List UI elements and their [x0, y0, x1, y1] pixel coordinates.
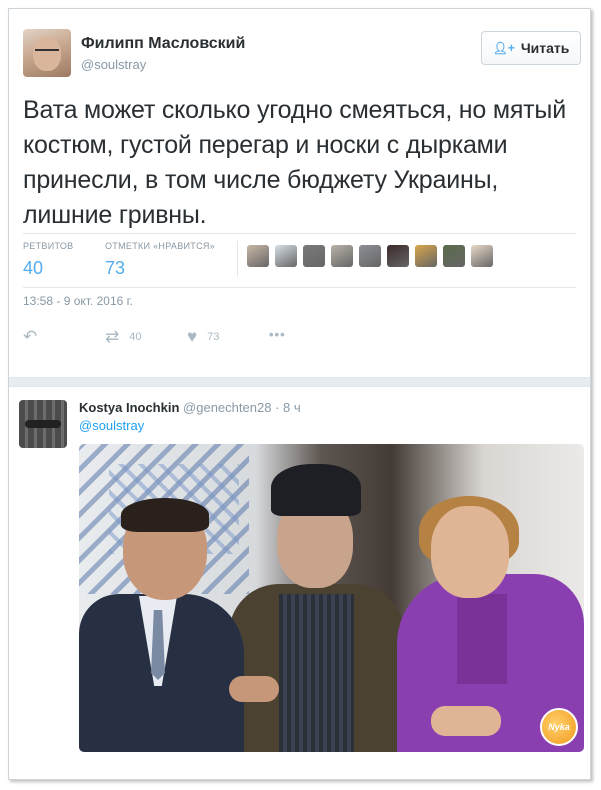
main-tweet: Филипп Масловский @soulstray 👤︎+ Читать … — [9, 9, 590, 377]
retweet-icon: ⇄ — [105, 327, 120, 346]
liker-avatar[interactable] — [359, 245, 381, 267]
like-button[interactable]: ♥ 73 — [187, 327, 219, 347]
stats-separator — [237, 241, 238, 277]
avatar-glasses — [35, 49, 59, 57]
photo-person-right-hands — [431, 706, 501, 736]
liker-avatar[interactable] — [443, 245, 465, 267]
reply-header: Kostya Inochkin @genechten28 · 8 ч — [79, 400, 301, 415]
liker-avatars — [247, 245, 493, 267]
retweets-label: РЕТВИТОВ — [23, 241, 74, 251]
likes-label: ОТМЕТКИ «НРАВИТСЯ» — [105, 241, 215, 251]
photo-person-right-inner — [457, 594, 507, 684]
reply-author-handle[interactable]: @genechten28 — [183, 400, 271, 415]
like-count: 73 — [207, 331, 220, 343]
stats-divider-top — [23, 233, 576, 234]
retweets-stat[interactable]: РЕТВИТОВ 40 — [23, 241, 73, 279]
liker-avatar[interactable] — [275, 245, 297, 267]
liker-avatar[interactable] — [331, 245, 353, 267]
tweet-timestamp[interactable]: 13:58 - 9 окт. 2016 г. — [23, 294, 133, 308]
reply-button[interactable]: ↶ — [23, 327, 47, 347]
follow-user-icon: 👤︎+ — [492, 41, 515, 55]
likes-value: 73 — [105, 258, 126, 278]
photo-person-left-hair — [121, 498, 209, 532]
reply-author-avatar[interactable] — [19, 400, 67, 448]
heart-icon: ♥ — [187, 327, 198, 346]
follow-label: Читать — [520, 40, 570, 56]
follow-button[interactable]: 👤︎+ Читать — [481, 31, 581, 65]
tweet-text: Вата может сколько угодно смеяться, но м… — [23, 96, 566, 229]
liker-avatar[interactable] — [387, 245, 409, 267]
tweet-separator — [9, 377, 590, 387]
photo-person-right-head — [431, 506, 509, 598]
retweet-count: 40 — [129, 331, 142, 343]
avatar-eyes — [25, 420, 61, 428]
liker-avatar[interactable] — [415, 245, 437, 267]
more-button[interactable]: ••• — [269, 327, 286, 342]
reply-tweet: Kostya Inochkin @genechten28 · 8 ч @soul… — [9, 387, 590, 779]
tweet-photo[interactable]: Nyka — [79, 444, 584, 752]
reply-author-name[interactable]: Kostya Inochkin — [79, 400, 179, 415]
reply-icon: ↶ — [23, 327, 38, 346]
author-handle[interactable]: @soulstray — [81, 57, 245, 72]
liker-avatar[interactable] — [247, 245, 269, 267]
retweet-button[interactable]: ⇄ 40 — [105, 327, 142, 347]
author-name[interactable]: Филипп Масловский — [81, 35, 245, 53]
liker-avatar[interactable] — [303, 245, 325, 267]
reply-mention[interactable]: @soulstray — [79, 418, 144, 433]
photo-person-middle-sweater — [279, 594, 354, 752]
reply-time[interactable]: · 8 ч — [275, 400, 301, 415]
photo-person-middle-hat — [271, 464, 361, 516]
tweet-actions: ↶ ⇄ 40 ♥ 73 ••• — [23, 327, 323, 347]
screenshot-frame: Филипп Масловский @soulstray 👤︎+ Читать … — [8, 8, 591, 780]
likes-stat[interactable]: ОТМЕТКИ «НРАВИТСЯ» 73 — [105, 241, 215, 279]
author-block: Филипп Масловский @soulstray — [81, 35, 245, 72]
watermark-badge: Nyka — [540, 708, 578, 746]
more-icon: ••• — [269, 327, 286, 342]
liker-avatar[interactable] — [471, 245, 493, 267]
author-avatar[interactable] — [23, 29, 71, 77]
stats-divider-bottom — [23, 287, 576, 288]
retweets-value: 40 — [23, 258, 44, 278]
photo-person-left-hand — [229, 676, 279, 702]
